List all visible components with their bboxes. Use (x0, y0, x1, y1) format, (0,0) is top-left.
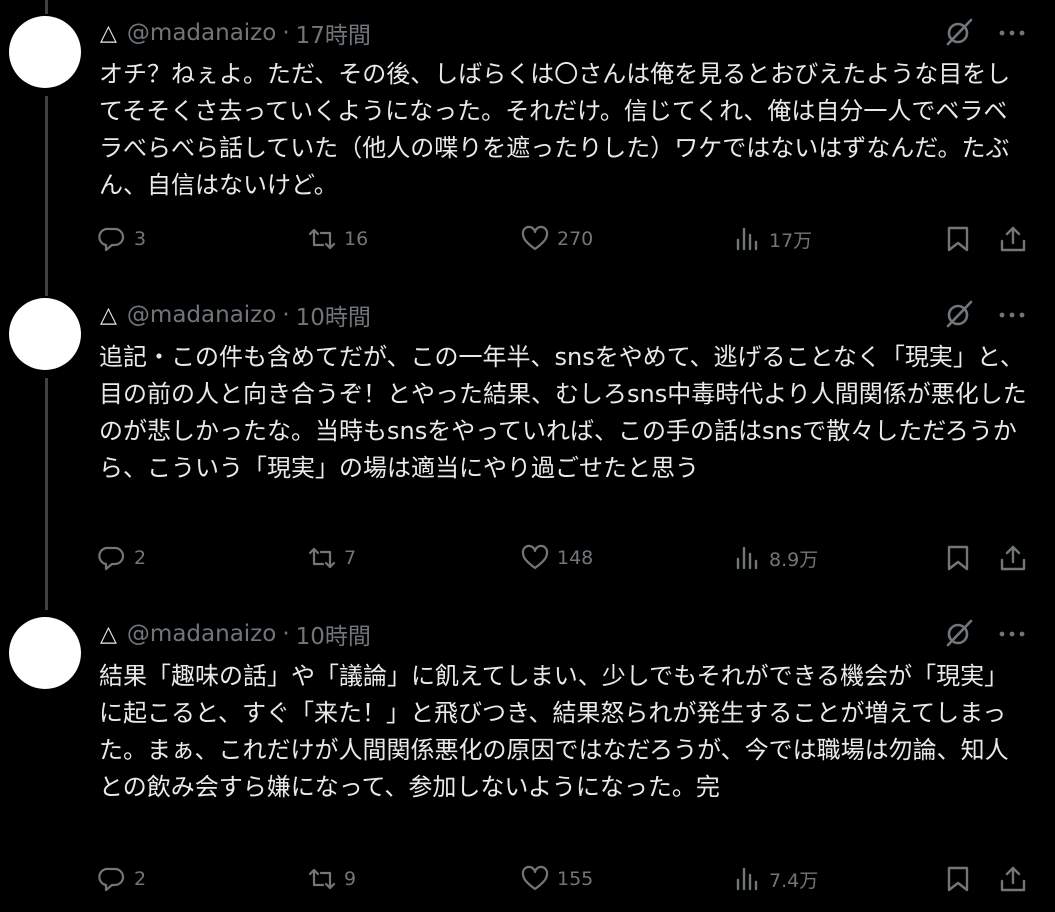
share-icon (1000, 226, 1026, 252)
tweet-header: △ @madanaizo · 10時間 (100, 617, 371, 651)
bookmark-icon (947, 866, 969, 892)
user-handle[interactable]: @madanaizo (127, 621, 276, 647)
reply-icon (98, 227, 125, 252)
timestamp[interactable]: 10時間 (296, 298, 371, 332)
like-icon (521, 225, 549, 251)
reply-count: 3 (134, 228, 147, 250)
like-button[interactable]: 270 (521, 222, 593, 256)
views-icon (736, 867, 758, 891)
share-button[interactable] (999, 862, 1027, 896)
tweet-header: △ @madanaizo · 17時間 (100, 16, 371, 50)
like-count: 155 (557, 868, 594, 890)
grok-icon[interactable] (943, 16, 975, 48)
repost-icon (308, 547, 336, 569)
views-button[interactable]: 7.4万 (733, 862, 818, 896)
views-button[interactable]: 17万 (733, 222, 812, 256)
repost-button[interactable]: 7 (308, 541, 356, 575)
display-name[interactable]: △ (100, 622, 117, 647)
like-icon (521, 865, 549, 891)
bookmark-button[interactable] (944, 862, 972, 896)
avatar[interactable] (9, 298, 81, 370)
like-button[interactable]: 155 (521, 862, 593, 896)
repost-button[interactable]: 16 (308, 222, 368, 256)
tweet-text: オチ？ねぇよ。ただ、その後、しばらくは〇さんは俺を見るとおびえたような目をしてそ… (99, 60, 1011, 199)
bookmark-button[interactable] (944, 222, 972, 256)
repost-button[interactable]: 9 (308, 862, 356, 896)
more-icon[interactable] (996, 617, 1028, 649)
like-count: 270 (557, 228, 594, 250)
share-icon (1000, 545, 1026, 571)
repost-count: 7 (344, 547, 357, 569)
reply-button[interactable]: 2 (98, 862, 146, 896)
views-icon (736, 227, 758, 251)
user-handle[interactable]: @madanaizo (127, 302, 276, 328)
thread-line (45, 96, 48, 296)
tweet-text: 結果「趣味の話」や「議論」に飢えてしまい、少しでもそれができる機会が「現実」に起… (99, 662, 1009, 801)
avatar[interactable] (9, 16, 81, 88)
bookmark-icon (947, 545, 969, 571)
repost-count: 9 (344, 868, 357, 890)
tweet-actions: 2 9 155 7.4万 (0, 862, 1055, 896)
reply-count: 2 (134, 547, 147, 569)
tweet-actions: 3 16 270 17万 (0, 222, 1055, 256)
grok-icon[interactable] (943, 617, 975, 649)
share-button[interactable] (999, 541, 1027, 575)
share-icon (1000, 866, 1026, 892)
user-handle[interactable]: @madanaizo (127, 20, 276, 46)
thread-line (45, 378, 48, 610)
timestamp[interactable]: 10時間 (296, 617, 371, 651)
views-button[interactable]: 8.9万 (733, 541, 818, 575)
separator: · (282, 621, 290, 647)
share-button[interactable] (999, 222, 1027, 256)
display-name[interactable]: △ (100, 21, 117, 46)
more-icon[interactable] (996, 16, 1028, 48)
tweet-text: 追記・この件も含めてだが、この一年半、snsをやめて、逃げることなく「現実」と、… (99, 343, 1027, 482)
repost-icon (308, 228, 336, 250)
display-name[interactable]: △ (100, 303, 117, 328)
timestamp[interactable]: 17時間 (296, 16, 371, 50)
separator: · (282, 20, 290, 46)
reply-icon (98, 546, 125, 571)
tweet-actions: 2 7 148 8.9万 (0, 541, 1055, 575)
bookmark-icon (947, 226, 969, 252)
views-count: 8.9万 (769, 548, 819, 571)
grok-icon[interactable] (943, 298, 975, 330)
reply-button[interactable]: 3 (98, 222, 146, 256)
views-count: 7.4万 (769, 869, 819, 892)
tweet-header: △ @madanaizo · 10時間 (100, 298, 371, 332)
repost-icon (308, 868, 336, 890)
reply-count: 2 (134, 868, 147, 890)
separator: · (282, 302, 290, 328)
views-icon (736, 546, 758, 570)
thread-line (45, 0, 48, 14)
reply-button[interactable]: 2 (98, 541, 146, 575)
like-button[interactable]: 148 (521, 541, 593, 575)
like-count: 148 (557, 547, 594, 569)
bookmark-button[interactable] (944, 541, 972, 575)
reply-icon (98, 867, 125, 892)
avatar[interactable] (9, 617, 81, 689)
like-icon (521, 544, 549, 570)
views-count: 17万 (769, 229, 813, 252)
more-icon[interactable] (996, 298, 1028, 330)
repost-count: 16 (344, 228, 369, 250)
